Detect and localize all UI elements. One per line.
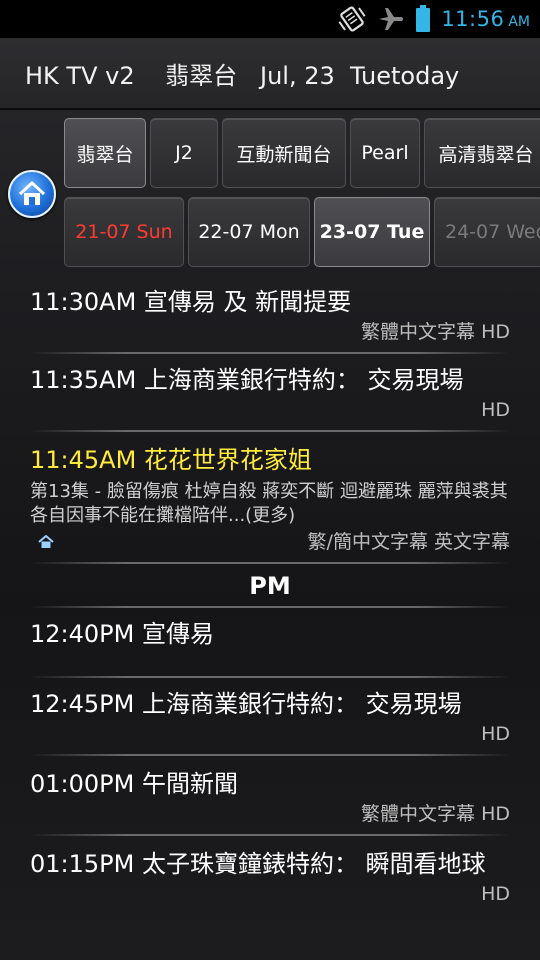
clock: 11:56 AM bbox=[441, 7, 530, 31]
clock-time: 11:56 bbox=[441, 7, 505, 31]
programme-meta: 繁/簡中文字幕 英文字幕 bbox=[307, 531, 510, 553]
list-item[interactable]: 11:30AM 宣傳易 及 新聞提要 繁體中文字幕 HD bbox=[0, 280, 540, 346]
programme-title: 11:30AM 宣傳易 及 新聞提要 bbox=[30, 288, 352, 316]
clock-ampm: AM bbox=[508, 14, 530, 30]
battery-icon bbox=[415, 5, 431, 33]
programme-title: 01:15PM 太子珠寶鐘錶特約： 瞬間看地球 bbox=[30, 850, 486, 878]
programme-title: 12:45PM 上海商業銀行特約： 交易現場 bbox=[30, 690, 462, 718]
tab-label: J2 bbox=[175, 142, 193, 164]
home-button[interactable] bbox=[8, 170, 56, 218]
programme-title: 12:40PM 宣傳易 bbox=[30, 620, 214, 648]
tab-label: 23-07 Tue bbox=[319, 221, 425, 243]
programme-meta: 繁體中文字幕 HD bbox=[361, 803, 510, 825]
tab-channel-news[interactable]: 互動新聞台 bbox=[222, 118, 346, 188]
tab-label: 24-07 Wed bbox=[445, 221, 540, 243]
tab-date-wed[interactable]: 24-07 Wed bbox=[434, 197, 540, 267]
airplane-icon bbox=[377, 6, 405, 32]
programme-description: 第13集 - 臉留傷痕 杜婷自殺 蔣奕不斷 迴避麗珠 麗萍與裘其各自因事不能在攤… bbox=[30, 481, 508, 526]
programme-meta: HD bbox=[481, 883, 510, 905]
list-item[interactable]: 12:45PM 上海商業銀行特約： 交易現場 HD bbox=[0, 678, 540, 748]
vibrate-icon bbox=[337, 6, 367, 32]
list-item[interactable]: 12:40PM 宣傳易 bbox=[0, 608, 540, 676]
programme-meta-row: 繁/簡中文字幕 英文字幕 bbox=[30, 528, 510, 556]
list-item[interactable]: 01:15PM 太子珠寶鐘錶特約： 瞬間看地球 HD bbox=[0, 836, 540, 908]
programme-meta: HD bbox=[481, 723, 510, 745]
list-item[interactable]: 11:45AM 花花世界花家姐 第13集 - 臉留傷痕 杜婷自殺 蔣奕不斷 迴避… bbox=[0, 432, 540, 556]
programme-meta: 繁體中文字幕 HD bbox=[361, 321, 510, 343]
programme-title: 01:00PM 午間新聞 bbox=[30, 770, 238, 798]
divider bbox=[30, 562, 510, 564]
tab-label: 高清翡翠台 bbox=[438, 143, 534, 166]
tab-date-tue[interactable]: 23-07 Tue bbox=[314, 197, 430, 267]
programme-list: 11:30AM 宣傳易 及 新聞提要 繁體中文字幕 HD 11:35AM 上海商… bbox=[0, 280, 540, 908]
app-title: HK TV v2 翡翠台 Jul, 23 Tuetoday bbox=[25, 61, 460, 90]
list-item[interactable]: 11:35AM 上海商業銀行特約： 交易現場 HD bbox=[0, 354, 540, 424]
programme-meta: HD bbox=[481, 399, 510, 421]
programme-title: 11:45AM 花花世界花家姐 bbox=[30, 446, 312, 474]
home-icon bbox=[36, 532, 56, 552]
tab-channel-j2[interactable]: J2 bbox=[150, 118, 218, 188]
title-bar: HK TV v2 翡翠台 Jul, 23 Tuetoday bbox=[0, 38, 540, 110]
home-icon bbox=[18, 181, 46, 205]
channel-tabs: 翡翠台 J2 互動新聞台 Pearl 高清翡翠台 bbox=[64, 118, 540, 190]
tab-label: 22-07 Mon bbox=[198, 221, 300, 243]
tab-label: Pearl bbox=[361, 142, 409, 164]
list-item[interactable]: 01:00PM 午間新聞 繁體中文字幕 HD bbox=[0, 756, 540, 828]
status-bar: 11:56 AM bbox=[0, 0, 540, 38]
tab-date-mon[interactable]: 22-07 Mon bbox=[188, 197, 310, 267]
tab-label: 21-07 Sun bbox=[75, 221, 173, 243]
tab-channel-hd-jade[interactable]: 高清翡翠台 bbox=[424, 118, 540, 188]
tab-channel-pearl[interactable]: Pearl bbox=[350, 118, 420, 188]
tab-label: 翡翠台 bbox=[76, 143, 134, 166]
tab-channel-jade[interactable]: 翡翠台 bbox=[64, 118, 146, 188]
section-header-pm: PM bbox=[249, 572, 291, 600]
tab-label: 互動新聞台 bbox=[236, 143, 332, 166]
date-tabs: 21-07 Sun 22-07 Mon 23-07 Tue 24-07 Wed bbox=[64, 197, 540, 269]
tab-date-sun[interactable]: 21-07 Sun bbox=[64, 197, 184, 267]
programme-title: 11:35AM 上海商業銀行特約： 交易現場 bbox=[30, 366, 464, 394]
app-root: 11:56 AM HK TV v2 翡翠台 Jul, 23 Tuetoday 翡… bbox=[0, 0, 540, 960]
